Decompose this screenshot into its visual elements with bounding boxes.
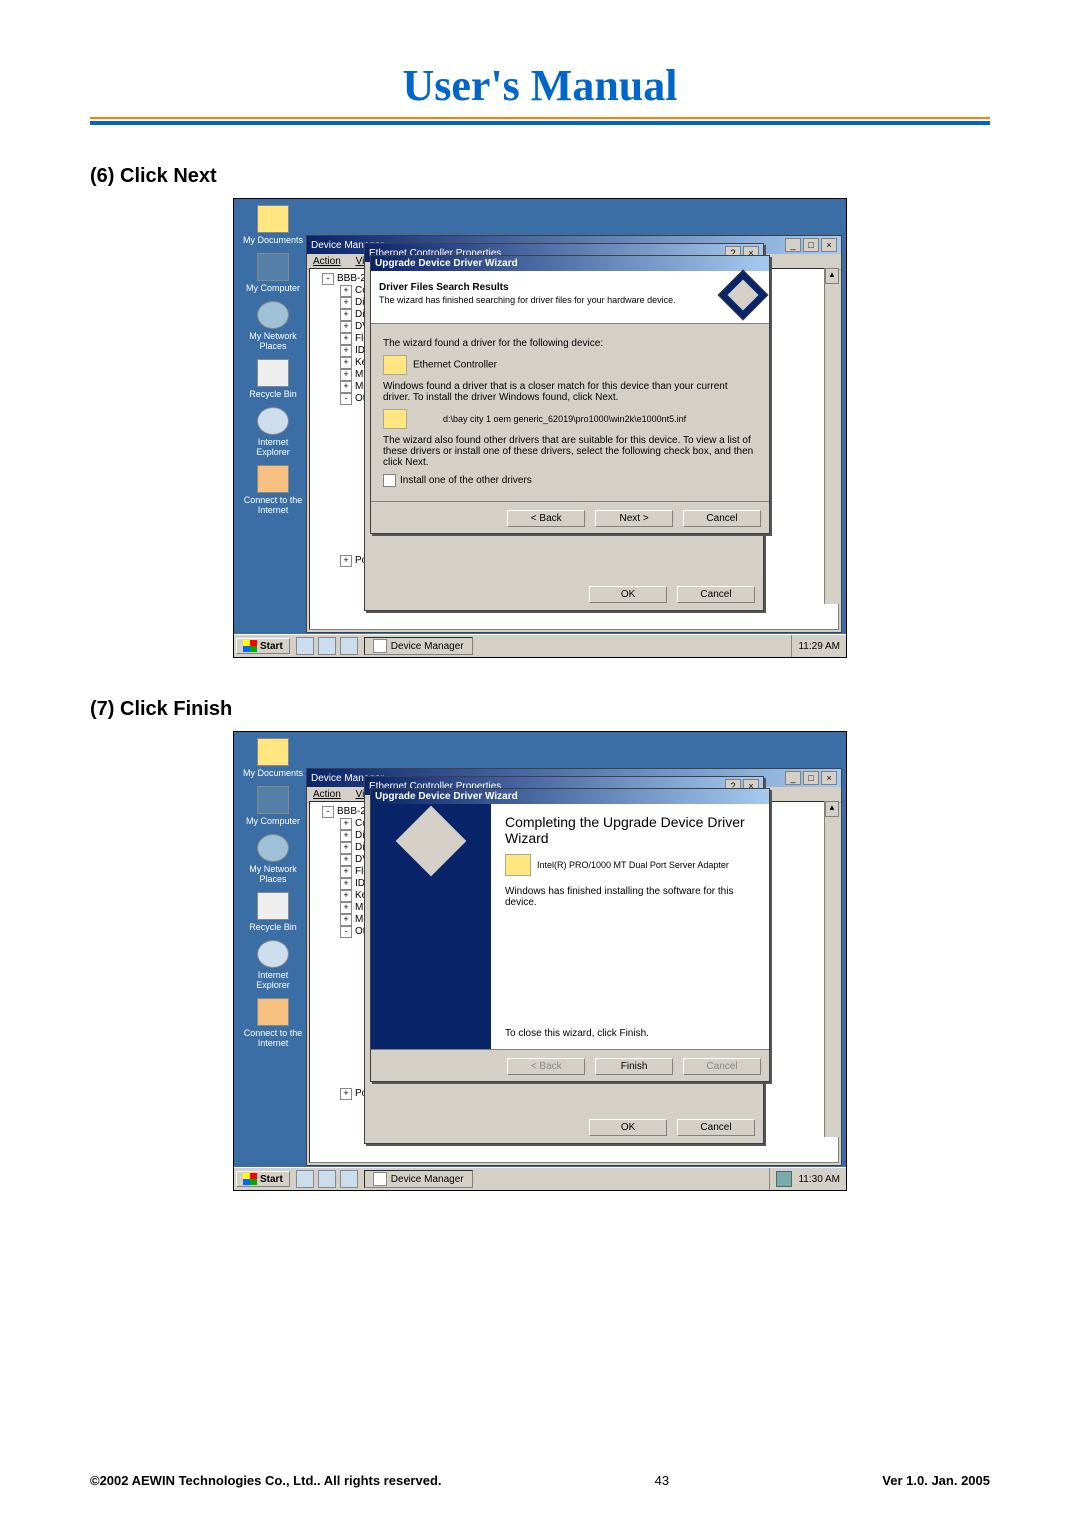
driver-wizard-finish-dialog: Upgrade Device Driver Wizard Completing …: [370, 788, 770, 1082]
next-button[interactable]: Next >: [595, 510, 673, 527]
desktop-icons: My Documents My Computer My Network Plac…: [240, 205, 306, 523]
taskbar-devmgr[interactable]: Device Manager: [364, 637, 473, 655]
finish-button[interactable]: Finish: [595, 1058, 673, 1075]
cancel-button[interactable]: Cancel: [683, 510, 761, 527]
device-icon: [383, 355, 407, 375]
windows-flag-icon: [243, 640, 257, 652]
system-tray: 11:29 AM: [791, 635, 846, 657]
page-header: User's Manual: [90, 60, 990, 125]
ok-button[interactable]: OK: [589, 1119, 667, 1136]
step-7-title: (7) Click Finish: [90, 698, 990, 721]
start-button[interactable]: Start: [236, 1171, 290, 1187]
maximize-icon: □: [803, 238, 819, 252]
wizard-subheading: The wizard has finished searching for dr…: [379, 295, 761, 305]
page-footer: ©2002 AEWIN Technologies Co., Ltd.. All …: [90, 1473, 990, 1488]
back-button: < Back: [507, 1058, 585, 1075]
window-controls[interactable]: _□×: [785, 238, 837, 252]
minimize-icon: _: [785, 238, 801, 252]
page-number: 43: [655, 1473, 669, 1488]
install-other-checkbox[interactable]: [383, 474, 396, 487]
clock: 11:29 AM: [798, 641, 840, 652]
start-button[interactable]: Start: [236, 638, 290, 654]
wizard-heading: Driver Files Search Results: [379, 282, 509, 293]
desktop-icons: My Documents My Computer My Network Plac…: [240, 738, 306, 1056]
my-computer-icon: [257, 253, 289, 281]
ie-icon: [257, 407, 289, 435]
ok-button[interactable]: OK: [589, 586, 667, 603]
menu-action[interactable]: Action: [313, 256, 341, 267]
connect-icon: [257, 465, 289, 493]
cancel-button[interactable]: Cancel: [677, 1119, 755, 1136]
back-button[interactable]: < Back: [507, 510, 585, 527]
inf-icon: [383, 409, 407, 429]
recycle-bin-icon: [257, 359, 289, 387]
wizard-title: Upgrade Device Driver Wizard: [371, 256, 769, 271]
taskbar-devmgr[interactable]: Device Manager: [364, 1170, 473, 1188]
screenshot-step6: My Documents My Computer My Network Plac…: [233, 198, 847, 658]
version: Ver 1.0. Jan. 2005: [882, 1473, 990, 1488]
close-icon: ×: [821, 238, 837, 252]
quick-launch[interactable]: [296, 637, 358, 655]
my-network-icon: [257, 301, 289, 329]
my-documents-icon: [257, 205, 289, 233]
wizard-icon: [718, 270, 769, 321]
adapter-icon: [505, 854, 531, 876]
wizard-complete-heading: Completing the Upgrade Device Driver Wiz…: [505, 814, 755, 846]
copyright: ©2002 AEWIN Technologies Co., Ltd.. All …: [90, 1473, 442, 1488]
screenshot-step7: My Documents My Computer My Network Plac…: [233, 731, 847, 1191]
manual-title: User's Manual: [90, 60, 990, 111]
driver-wizard-dialog: Upgrade Device Driver Wizard Driver File…: [370, 255, 770, 534]
clock: 11:30 AM: [798, 1174, 840, 1185]
taskbar: Start Device Manager 11:30 AM: [234, 1167, 846, 1190]
tray-icon: [776, 1171, 792, 1187]
cancel-button[interactable]: Cancel: [677, 586, 755, 603]
cancel-button: Cancel: [683, 1058, 761, 1075]
step-6-title: (6) Click Next: [90, 165, 990, 188]
wizard-big-icon: [396, 806, 467, 877]
taskbar: Start Device Manager 11:29 AM: [234, 634, 846, 657]
